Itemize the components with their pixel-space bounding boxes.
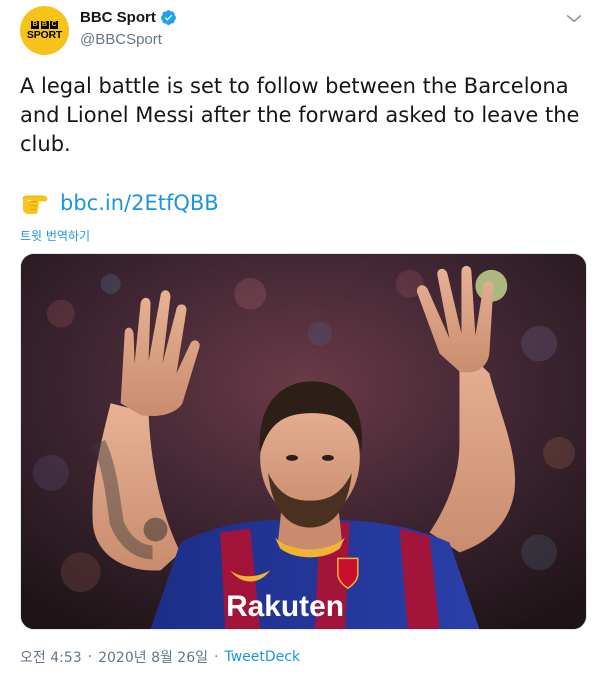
bbc-logo-letter: C (50, 20, 58, 29)
jersey-sponsor-text: Rakuten (226, 590, 344, 623)
tweet-url-link[interactable]: bbc.in/2EtfQBB (60, 191, 219, 215)
backhand-index-pointing-right-icon (20, 190, 50, 216)
author-name-row[interactable]: BBC Sport (80, 9, 177, 26)
meta-separator: · (87, 649, 93, 665)
tweet-meta: 오전 4:53 · 2020년 8월 26일 · TweetDeck (20, 647, 300, 667)
tweet-photo[interactable]: Rakuten (20, 253, 587, 630)
author-handle[interactable]: @BBCSport (80, 31, 162, 48)
avatar-sport-word: SPORT (26, 28, 63, 41)
chevron-down-icon (566, 14, 582, 23)
tweet-card: B B C SPORT BBC Sport @BBCSport A legal … (0, 0, 602, 678)
messi-photo-illustration: Rakuten (21, 254, 586, 629)
meta-separator: · (214, 649, 219, 665)
tweet-time[interactable]: 오전 4:53 (20, 647, 82, 667)
tweet-date[interactable]: 2020년 8월 26일 (98, 647, 208, 667)
bbc-logo-letter: B (31, 20, 39, 29)
tweet-text: A legal battle is set to follow between … (20, 74, 580, 156)
tweet-source-link[interactable]: TweetDeck (224, 649, 300, 665)
verified-badge-icon (160, 9, 177, 26)
author-display-name[interactable]: BBC Sport (80, 9, 156, 26)
tweet-menu-button[interactable] (564, 12, 584, 26)
avatar[interactable]: B B C SPORT (20, 6, 69, 55)
tweet-link-row: bbc.in/2EtfQBB (20, 190, 219, 216)
bbc-logo: B B C (31, 20, 58, 29)
translate-tweet-link[interactable]: 트윗 번역하기 (20, 227, 90, 244)
bbc-logo-letter: B (40, 20, 49, 29)
